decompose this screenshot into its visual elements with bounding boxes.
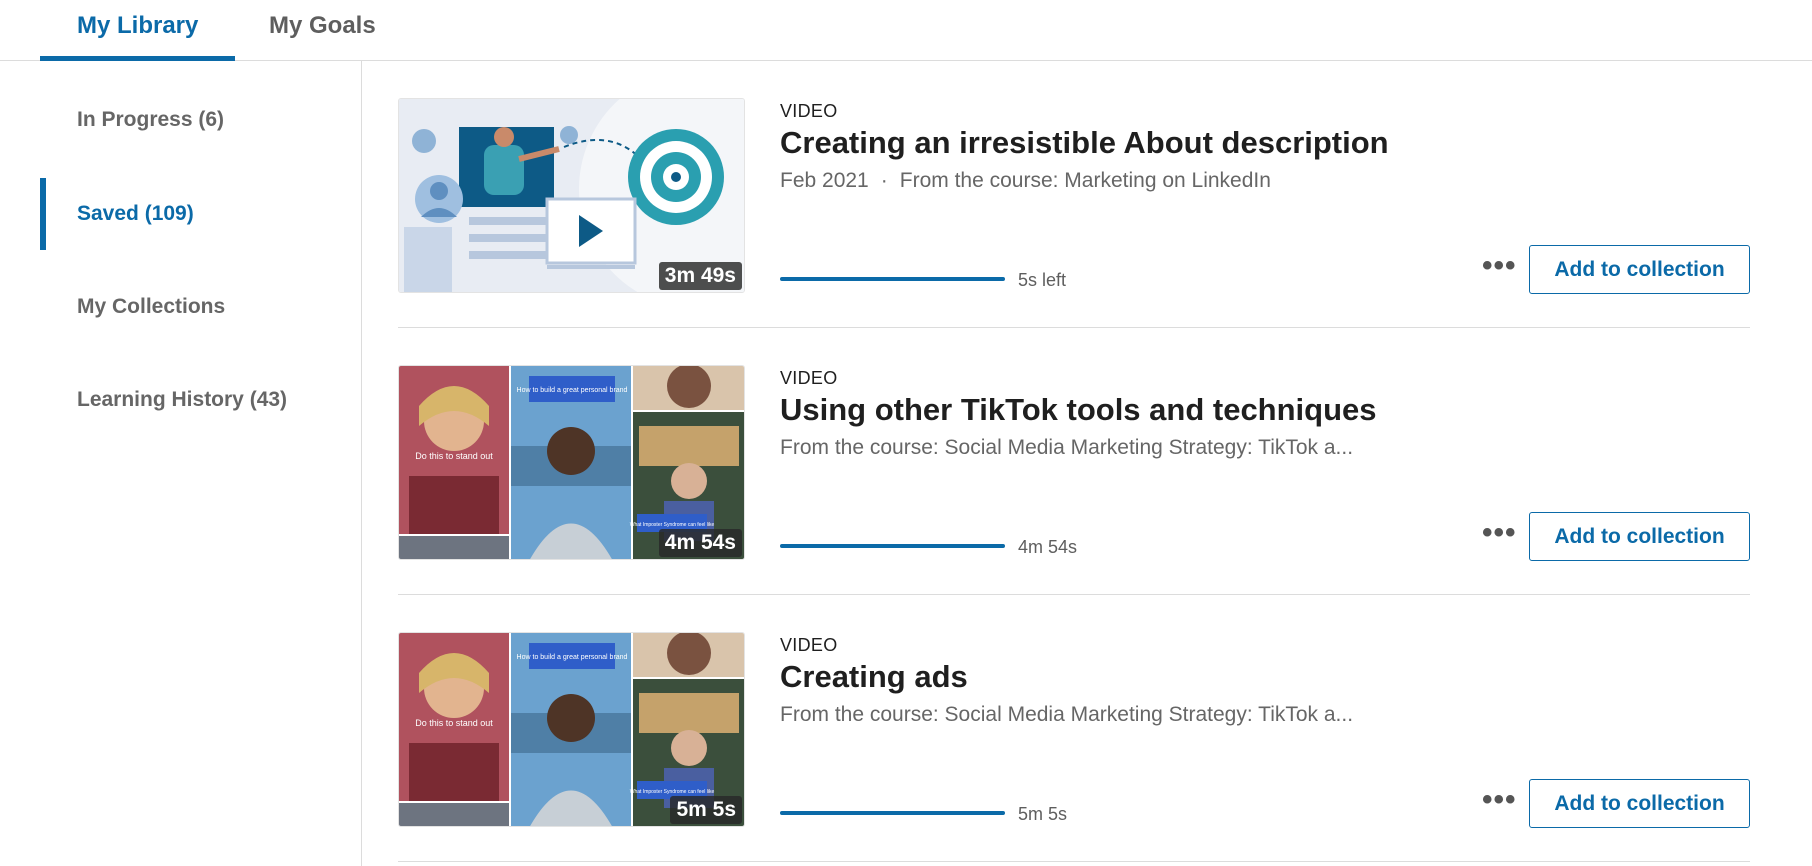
item-course[interactable]: From the course: Social Media Marketing …	[780, 436, 1353, 459]
add-to-collection-button[interactable]: Add to collection	[1529, 512, 1750, 561]
library-sidebar: In Progress (6) Saved (109) My Collectio…	[0, 61, 362, 866]
tab-my-library[interactable]: My Library	[40, 0, 236, 61]
library-tabs: My Library My Goals	[0, 0, 1812, 61]
item-title[interactable]: Creating an irresistible About descripti…	[780, 125, 1389, 161]
thumbnail-caption: Do this to stand out	[415, 718, 493, 728]
progress-bar	[780, 277, 1005, 281]
thumbnail-caption: Do this to stand out	[415, 451, 493, 461]
item-meta: From the course: Social Media Marketing …	[780, 703, 1353, 727]
item-course[interactable]: From the course: Marketing on LinkedIn	[900, 169, 1271, 192]
list-item: 3m 49s VIDEO Creating an irresistible Ab…	[398, 61, 1750, 328]
sidebar-item-in-progress[interactable]: In Progress (6)	[40, 84, 362, 156]
item-course[interactable]: From the course: Social Media Marketing …	[780, 703, 1353, 726]
time-remaining: 5m 5s	[1018, 804, 1068, 824]
meta-separator: ·	[880, 169, 888, 192]
video-thumbnail[interactable]: Do this to stand out How to build a grea…	[398, 365, 745, 560]
thumbnail-caption: What Imposter Syndrome can feel like	[630, 522, 715, 528]
thumbnail-caption: How to build a great personal brand	[517, 654, 628, 661]
sidebar-item-learning-history[interactable]: Learning History (43)	[40, 364, 362, 436]
item-date: Feb 2021	[780, 169, 869, 192]
ellipsis-icon[interactable]: •••	[1482, 783, 1522, 816]
progress-bar	[780, 811, 1005, 815]
duration-badge: 3m 49s	[658, 262, 742, 290]
add-to-collection-button[interactable]: Add to collection	[1529, 779, 1750, 828]
item-meta: From the course: Social Media Marketing …	[780, 436, 1353, 460]
duration-badge: 4m 54s	[658, 529, 742, 557]
add-to-collection-button[interactable]: Add to collection	[1529, 245, 1750, 294]
sidebar-item-saved[interactable]: Saved (109)	[40, 178, 362, 250]
thumbnail-caption: How to build a great personal brand	[517, 387, 628, 394]
sidebar-item-my-collections[interactable]: My Collections	[40, 271, 362, 343]
duration-badge: 5m 5s	[670, 796, 742, 824]
video-thumbnail[interactable]: Do this to stand out How to build a grea…	[398, 632, 745, 827]
item-meta: Feb 2021 · From the course: Marketing on L…	[780, 169, 1271, 193]
list-item: Do this to stand out How to build a grea…	[398, 595, 1750, 862]
time-remaining: 5s left	[1018, 270, 1067, 290]
time-remaining: 4m 54s	[1018, 537, 1078, 557]
ellipsis-icon[interactable]: •••	[1482, 249, 1522, 282]
list-item: Do this to stand out How to build a grea…	[398, 328, 1750, 595]
item-title[interactable]: Creating ads	[780, 659, 968, 695]
content-type-label: VIDEO	[780, 368, 838, 388]
progress-bar	[780, 544, 1005, 548]
ellipsis-icon[interactable]: •••	[1482, 516, 1522, 549]
video-thumbnail[interactable]: 3m 49s	[398, 98, 745, 293]
content-type-label: VIDEO	[780, 101, 838, 121]
item-title[interactable]: Using other TikTok tools and techniques	[780, 392, 1377, 428]
tab-my-goals[interactable]: My Goals	[232, 0, 413, 61]
content-type-label: VIDEO	[780, 635, 838, 655]
thumbnail-caption: What Imposter Syndrome can feel like	[630, 789, 715, 795]
